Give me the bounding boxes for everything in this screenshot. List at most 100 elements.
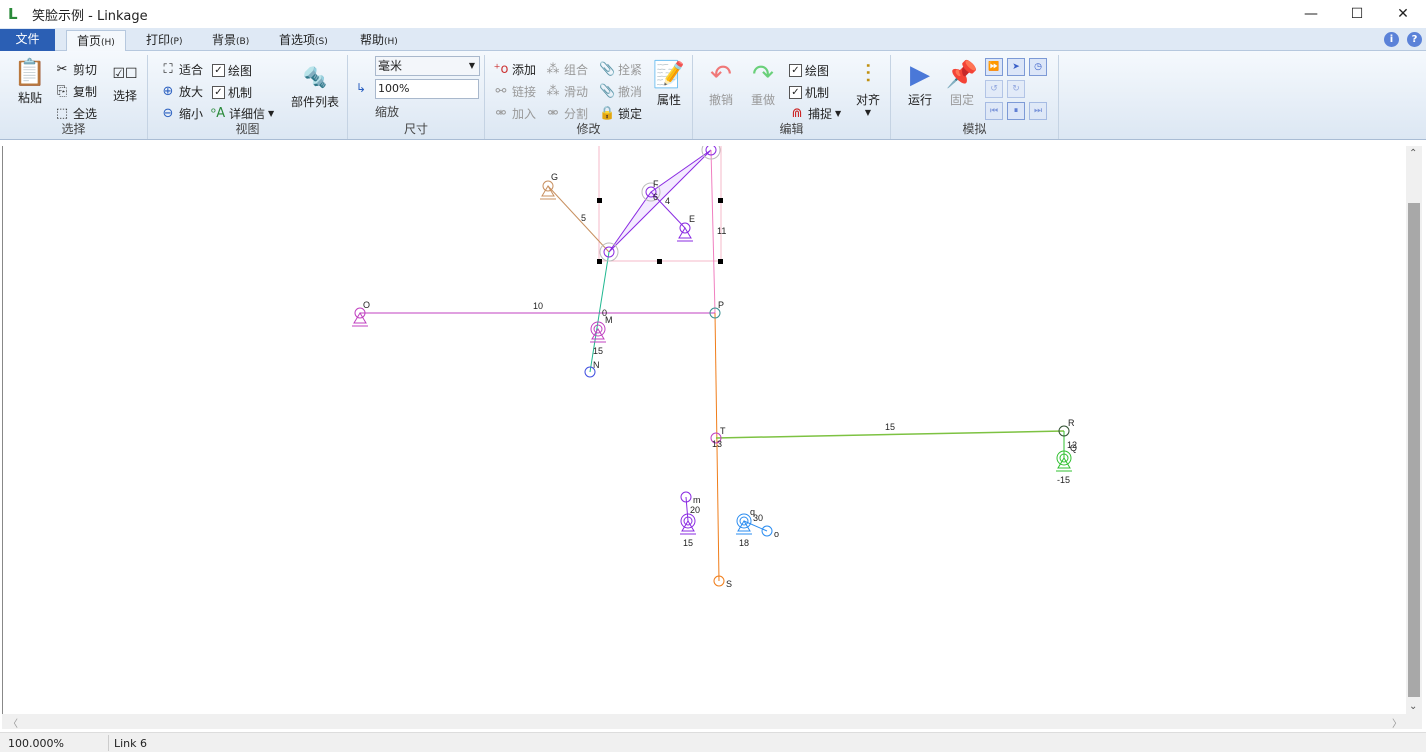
tab-label: 帮助 [360,33,385,47]
step-back-button[interactable]: ⏮ [985,102,1003,120]
group-label: 模拟 [962,122,987,136]
clipboard-icon: 📋 [13,58,47,88]
run-button[interactable]: ▶ 运行 [903,59,937,108]
unclip-icon: 📎 [599,83,616,99]
align-dropdown[interactable]: ⫶ 对齐 ▼ [851,59,885,117]
minimize-button[interactable]: — [1288,0,1334,28]
horizontal-scrollbar[interactable]: 〈〉 [2,714,1422,730]
status-bar: 100.000% Link 6 [0,732,1426,752]
drawing-checkbox[interactable]: ✓ 绘图 [212,62,252,79]
label: 撤消 [618,85,643,99]
combine-button[interactable]: ⁂ 组合 [545,61,589,78]
checkbox-checked-icon: ✓ [212,86,225,99]
tab-key: (H) [384,37,398,47]
label: 撤销 [708,93,733,107]
info-icon[interactable]: i [1384,32,1399,47]
mechanism-checkbox[interactable]: ✓ 机制 [212,84,252,101]
rotate-cw-button[interactable]: ↻ [1007,80,1025,98]
node-label: o [774,529,779,539]
fast-forward-icon: ⏩ [988,62,1000,72]
link-11 [710,149,716,314]
redo-icon: ↷ [752,60,774,90]
vertical-scroll-thumb[interactable] [1408,203,1420,697]
bolt-icon: 🔩 [302,65,328,89]
parts-list-button[interactable]: 🔩 部件列表 [286,61,344,110]
checklist-icon: ☑☐ [112,66,138,82]
node-label: S [726,579,732,589]
maximize-button[interactable]: ☐ [1334,0,1380,28]
label: 链接 [512,85,537,99]
label: 属性 [656,93,681,107]
cut-button[interactable]: ✂ 剪切 [54,61,97,78]
label: 机制 [805,86,830,100]
add-button[interactable]: ⁺o 添加 [493,61,536,78]
linkage-drawing[interactable]: G F E O M N P T R S m o q Q 5 4 11 10 0 … [3,139,1407,714]
copy-button[interactable]: ⎘ 复制 [54,83,97,100]
dropdown-arrow-icon: ▼ [268,109,275,118]
zoom-in-button[interactable]: ⊕ 放大 [160,83,203,100]
dimension-label: -15 [1057,475,1070,485]
dropdown-arrow-icon: ▼ [835,109,842,118]
dimension-label: 6 [653,192,658,202]
ribbon: 📋 粘贴 ✂ 剪切 ⎘ 复制 ⬚ 全选 ☑☐ 选择 选择 ⛶ 适合 ⊕ 放大 ⊖ 缩小 ✓ 绘图 … [0,51,1426,140]
dimension-label: 11 [717,226,726,236]
unit-dropdown[interactable]: 毫米 ▼ [375,56,480,76]
pointer-button[interactable]: ➤ [1007,58,1025,76]
tab-key: (P) [170,37,183,47]
group-label: 修改 [576,122,601,136]
select-button[interactable]: ☑☐ 选择 [108,61,142,104]
label: 适合 [179,63,204,77]
group-label: 编辑 [779,122,804,136]
tab-print[interactable]: 打印(P) [136,30,192,52]
fasten-button[interactable]: 📎 拴紧 [599,61,642,78]
help-icon[interactable]: ? [1407,32,1422,47]
properties-icon: 📝 [652,60,686,90]
label: 固定 [949,93,974,107]
dimension-label: 4 [665,196,670,206]
unfasten-button[interactable]: 📎 撤消 [599,83,642,100]
checkbox-checked-icon: ✓ [789,64,802,77]
redo-button[interactable]: ↷ 重做 [745,59,781,108]
label: 绘图 [228,64,253,78]
status-selection: Link 6 [114,737,148,750]
rotate-ccw-button[interactable]: ↺ [985,80,1003,98]
edit-drawing-checkbox[interactable]: ✓ 绘图 [789,62,829,79]
tab-key: (H) [101,38,115,48]
tab-preferences[interactable]: 首选项(S) [269,30,338,52]
node-label: O [363,300,370,310]
scroll-up-icon[interactable]: ⌃ [1409,148,1417,159]
dimension-label: 18 [739,538,749,548]
tab-label: 打印 [146,33,171,47]
scroll-down-icon[interactable]: ⌄ [1409,701,1417,712]
pin-button[interactable]: 📌 固定 [945,59,979,108]
properties-button[interactable]: 📝 属性 [651,59,687,108]
zoom-input[interactable]: 100% [375,79,479,99]
mechanism-canvas[interactable]: G F E O M N P T R S m o q Q 5 4 11 10 0 … [2,139,1407,714]
fit-button[interactable]: ⛶ 适合 [160,61,203,78]
node-label: N [593,360,600,370]
scroll-right-icon[interactable]: 〉 [1392,715,1402,730]
tab-file[interactable]: 文件 [0,29,55,51]
group-simulate: ▶ 运行 📌 固定 ⏩ ➤ ◷ ↺ ↻ ⏮ ⏸ ⏭ 模拟 [891,55,1059,139]
step-forward-button[interactable]: ⏭ [1029,102,1047,120]
undo-button[interactable]: ↶ 撤销 [703,59,739,108]
timer-button[interactable]: ◷ [1029,58,1047,76]
tab-background[interactable]: 背景(B) [202,30,259,52]
label: 剪切 [73,63,98,77]
label: 绘图 [805,64,830,78]
tab-help[interactable]: 帮助(H) [350,30,408,52]
pause-icon: ⏸ [1013,106,1019,116]
close-button[interactable]: ✕ [1380,0,1426,28]
link-button[interactable]: ⚯ 链接 [493,83,536,100]
tab-home[interactable]: 首页(H) [66,30,126,52]
dropdown-arrow-icon: ▼ [468,61,475,70]
label: 对齐 [855,93,880,107]
pause-button[interactable]: ⏸ [1007,102,1025,120]
edit-mechanism-checkbox[interactable]: ✓ 机制 [789,84,829,101]
label: 拴紧 [618,63,643,77]
paste-button[interactable]: 📋 粘贴 [10,57,50,106]
combine-icon: ⁂ [546,61,560,77]
slide-button[interactable]: ⁂ 滑动 [545,83,589,100]
scroll-left-icon[interactable]: 〈 [8,715,18,730]
fast-forward-button[interactable]: ⏩ [985,58,1003,76]
